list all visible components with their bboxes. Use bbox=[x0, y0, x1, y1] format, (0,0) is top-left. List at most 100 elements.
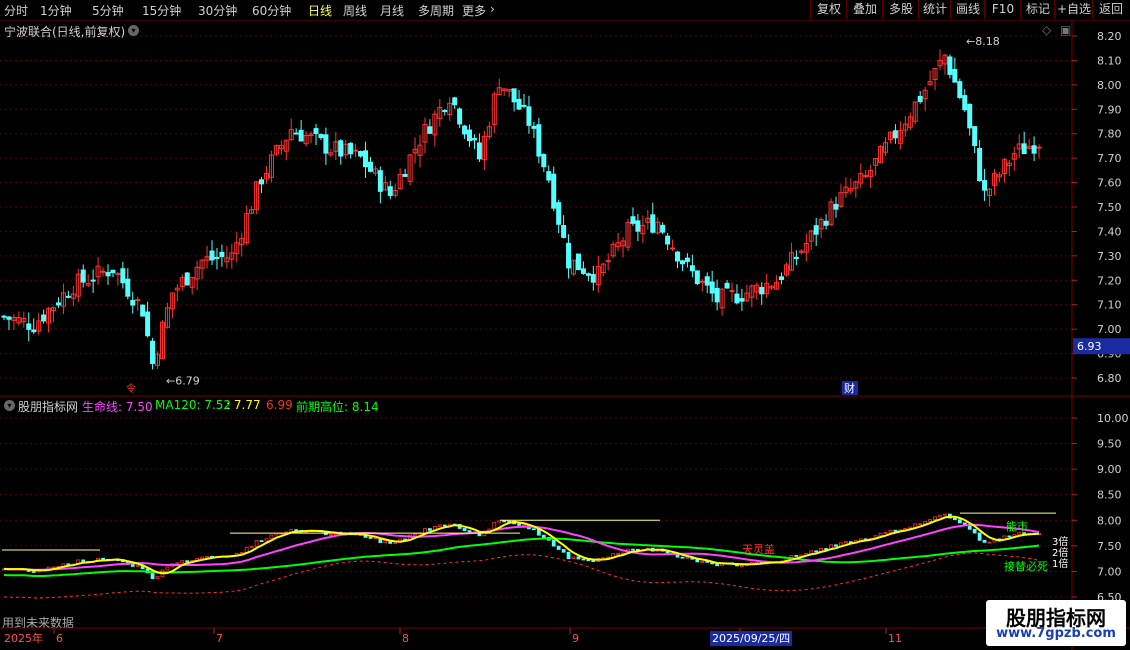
candle-body bbox=[432, 113, 438, 136]
candle-body bbox=[135, 299, 141, 302]
ind-candle bbox=[977, 532, 982, 541]
multi-stock-button[interactable]: 多股 bbox=[882, 0, 919, 19]
candle-body bbox=[377, 170, 383, 192]
back-button[interactable]: 返回 bbox=[1092, 0, 1129, 19]
period-monthly[interactable]: 月线 bbox=[380, 2, 404, 19]
ind-candle bbox=[948, 513, 952, 519]
ind-candle bbox=[328, 534, 333, 536]
dropdown-icon[interactable]: ▾ bbox=[128, 25, 139, 36]
fuquan-button[interactable]: 复权 bbox=[810, 0, 847, 19]
ind-candle bbox=[269, 534, 274, 540]
chevron-right-icon[interactable]: › bbox=[490, 2, 495, 16]
candle-body bbox=[268, 154, 274, 178]
main-y-tick-label: 7.10 bbox=[1097, 299, 1122, 312]
left-marker: 令 bbox=[126, 382, 136, 395]
candle-body bbox=[793, 256, 799, 259]
ind-candle bbox=[106, 558, 110, 561]
period-fenshi[interactable]: 分时 bbox=[4, 2, 28, 19]
candle-body bbox=[779, 276, 785, 281]
ind-candle bbox=[175, 562, 180, 565]
candle-body bbox=[541, 153, 547, 168]
ind-candle bbox=[819, 548, 824, 552]
period-daily[interactable]: 日线 bbox=[308, 2, 332, 19]
overlay-button[interactable]: 叠加 bbox=[846, 0, 883, 19]
candle-body bbox=[31, 329, 37, 333]
mark-button[interactable]: 标记 bbox=[1020, 0, 1055, 19]
ind-candle bbox=[51, 566, 56, 569]
current-price-label: 6.93 bbox=[1077, 340, 1102, 353]
f10-button[interactable]: F10 bbox=[984, 0, 1021, 19]
ind-candle bbox=[586, 559, 591, 562]
ind-candle bbox=[408, 534, 412, 540]
ind-candle bbox=[16, 568, 21, 571]
annotation-3x: 3倍 bbox=[1052, 535, 1068, 548]
ind-candle bbox=[304, 530, 308, 533]
ind-candle bbox=[576, 556, 581, 560]
ind-candle bbox=[863, 538, 868, 541]
ind-candle bbox=[254, 540, 259, 547]
ma120-label: MA120: 7.52 bbox=[155, 398, 232, 412]
ind-candle bbox=[205, 555, 209, 558]
ind-candle bbox=[665, 550, 670, 555]
period-15min[interactable]: 15分钟 bbox=[142, 2, 181, 19]
candle-body bbox=[140, 304, 146, 317]
statistics-button[interactable]: 统计 bbox=[918, 0, 951, 19]
low-price-label: ←6.79 bbox=[166, 374, 200, 387]
ind-candle bbox=[670, 553, 675, 556]
period-weekly[interactable]: 周线 bbox=[343, 2, 367, 19]
ind-candle bbox=[309, 530, 313, 532]
candle-body bbox=[571, 259, 577, 275]
ind-candle bbox=[31, 571, 36, 573]
window-icon[interactable]: ▣ bbox=[1060, 23, 1071, 37]
candle-body bbox=[11, 317, 17, 321]
candle-body bbox=[397, 173, 403, 189]
candle-body bbox=[620, 240, 626, 247]
ind-candle bbox=[561, 549, 566, 553]
ind-candle bbox=[848, 541, 853, 544]
candle-body bbox=[615, 242, 621, 248]
main-y-tick-label: 7.40 bbox=[1097, 225, 1122, 238]
ind-candle bbox=[621, 552, 625, 555]
main-y-tick-label: 6.90 bbox=[1097, 348, 1122, 361]
period-60min[interactable]: 60分钟 bbox=[252, 2, 291, 19]
ind-y-tick-label: 9.00 bbox=[1097, 463, 1122, 476]
ind-candle bbox=[809, 550, 814, 554]
ind-candle bbox=[348, 532, 353, 536]
candle-body bbox=[452, 97, 458, 106]
diamond-icon[interactable]: ◇ bbox=[1042, 23, 1051, 37]
ind-candle bbox=[952, 517, 957, 521]
ind-candle bbox=[155, 576, 160, 580]
period-more[interactable]: 更多 bbox=[462, 2, 486, 19]
ind-candle bbox=[210, 555, 214, 558]
candle-body bbox=[991, 173, 997, 186]
main-y-tick-label: 6.80 bbox=[1097, 372, 1122, 385]
ind-candle bbox=[878, 532, 883, 537]
candle-body bbox=[942, 54, 948, 65]
period-30min[interactable]: 30分钟 bbox=[198, 2, 237, 19]
candle-body bbox=[427, 126, 433, 134]
ind-candle bbox=[517, 523, 521, 526]
indicator-dropdown-icon[interactable]: ▾ bbox=[4, 400, 15, 411]
ind-candle bbox=[735, 562, 739, 567]
draw-line-button[interactable]: 画线 bbox=[950, 0, 985, 19]
candle-body bbox=[224, 257, 230, 263]
candle-body bbox=[526, 106, 532, 126]
candle-body bbox=[1, 315, 7, 318]
ind-candle bbox=[145, 568, 150, 574]
candle-body bbox=[120, 268, 126, 284]
add-watchlist-button[interactable]: +自选 bbox=[1054, 0, 1093, 19]
candle-body bbox=[808, 230, 814, 242]
candle-body bbox=[387, 186, 393, 197]
period-5min[interactable]: 5分钟 bbox=[92, 2, 124, 19]
ind-candle bbox=[551, 539, 556, 547]
candle-body bbox=[26, 323, 32, 330]
ind-candle bbox=[938, 514, 942, 518]
candle-body bbox=[858, 172, 864, 184]
candle-body bbox=[457, 108, 463, 125]
ind-candle bbox=[883, 531, 888, 534]
candle-body bbox=[338, 140, 344, 157]
candle-body bbox=[239, 238, 245, 245]
ind-candle bbox=[284, 531, 289, 534]
period-multi[interactable]: 多周期 bbox=[418, 2, 454, 19]
period-1min[interactable]: 1分钟 bbox=[40, 2, 72, 19]
